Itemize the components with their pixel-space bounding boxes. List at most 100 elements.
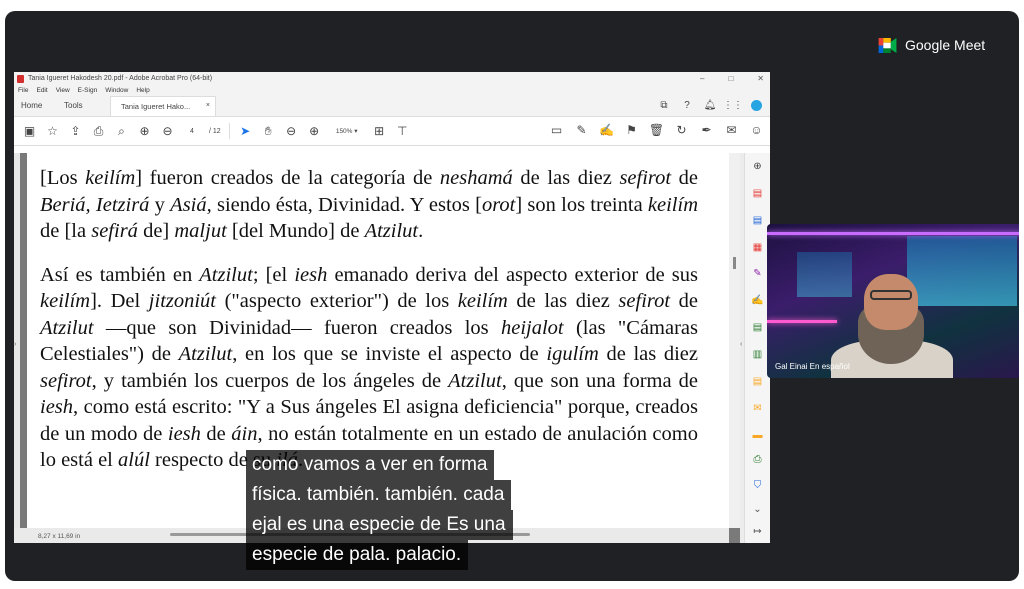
create-pdf-icon[interactable]: ▤	[751, 214, 764, 227]
edit-pdf-icon[interactable]: ✎	[751, 267, 764, 280]
print-icon[interactable]: ⎙	[91, 124, 106, 138]
scroll-mode-icon[interactable]: ⊤	[395, 124, 410, 138]
menu-file[interactable]: File	[18, 87, 28, 94]
menu-bar: File Edit View E-Sign Window Help	[14, 85, 770, 96]
expand-left-pane-icon[interactable]: ›	[14, 341, 16, 348]
scrollbar-thumb[interactable]	[733, 257, 736, 269]
italic-term: sefirot	[619, 167, 672, 189]
organize-pages-icon[interactable]: ▦	[751, 241, 764, 254]
select-cursor-icon[interactable]: ➤	[238, 124, 253, 138]
comment-icon[interactable]: ▭	[549, 123, 564, 137]
text-run: siendo ésta, Divinidad. Y estos [	[211, 193, 482, 216]
separator	[228, 123, 230, 139]
protect-icon[interactable]: ⛉	[751, 479, 764, 492]
zoom-select[interactable]: 150% ▾	[330, 127, 364, 135]
zoom-in-icon[interactable]: ⊕	[307, 124, 322, 138]
neon-light	[767, 232, 1019, 235]
expand-icon[interactable]: ⌄	[751, 503, 764, 516]
help-icon[interactable]: ?	[681, 99, 693, 111]
search-icon[interactable]: ⌕	[114, 124, 129, 138]
export-icon[interactable]: ▤	[751, 321, 764, 334]
request-signature-icon[interactable]: ✉	[751, 402, 764, 415]
menu-view[interactable]: View	[56, 87, 70, 94]
background-window	[907, 236, 1017, 306]
apps-grid-icon[interactable]: ⋮⋮	[723, 99, 743, 111]
minimize-button[interactable]: –	[700, 74, 704, 83]
menu-edit[interactable]: Edit	[36, 87, 47, 94]
comment-icon-side[interactable]: ▬	[751, 429, 764, 442]
italic-term: neshamá	[439, 167, 513, 189]
left-pane-toggle[interactable]: ›	[14, 153, 20, 543]
menu-window[interactable]: Window	[105, 87, 128, 94]
text-run: —que son Divinidad— fueron creados los	[93, 316, 501, 339]
zoom-value: 150%	[335, 128, 353, 135]
italic-term: áin	[231, 422, 258, 445]
italic-term: iesh	[40, 396, 74, 418]
participant-glasses	[870, 290, 912, 300]
save-icon[interactable]: ▣	[22, 124, 37, 138]
caption-line: como vamos a ver en forma	[246, 450, 495, 480]
page-fit-icon[interactable]: ⊞	[372, 124, 387, 138]
stamp-icon[interactable]: ⚑	[624, 123, 639, 137]
highlight-pen-icon[interactable]: ✎	[574, 123, 589, 137]
close-window-button[interactable]: ✕	[757, 74, 764, 83]
italic-term: iesh	[294, 263, 328, 286]
notifications-icon[interactable]: 🔔︎	[704, 99, 717, 111]
hand-tool-icon[interactable]: ✋︎	[261, 124, 276, 138]
meet-logo-text: Google Meet	[905, 37, 986, 53]
italic-term: iesh	[167, 422, 201, 445]
tab-tools[interactable]: Tools	[64, 101, 83, 110]
zoom-icon[interactable]: ⊕	[751, 160, 764, 173]
account-avatar[interactable]	[750, 99, 762, 111]
organize-icon[interactable]: ▥	[751, 348, 764, 361]
bookmark-star-icon[interactable]: ☆	[45, 124, 60, 138]
share-screen-icon[interactable]: ⧉	[658, 99, 670, 111]
maximize-button[interactable]: □	[728, 74, 733, 83]
italic-term: sefirá	[91, 220, 138, 242]
zoom-out-icon[interactable]: ⊖	[284, 124, 299, 138]
text-run: de	[200, 422, 232, 445]
text-run: de]	[137, 220, 175, 242]
collapse-panel-icon[interactable]: ↦	[751, 525, 764, 538]
menu-help[interactable]: Help	[136, 87, 149, 94]
page-text: [Los keilím] fueron creados de la catego…	[40, 165, 698, 491]
caption-line: ejal es una especie de Es una	[246, 510, 513, 540]
tab-home[interactable]: Home	[21, 101, 42, 110]
text-run: y	[149, 193, 171, 216]
share-user-icon[interactable]: ☺	[749, 123, 764, 137]
previous-page-icon[interactable]: ⊕	[137, 124, 152, 138]
upload-cloud-icon[interactable]: ⇪	[68, 124, 83, 138]
participant-tile[interactable]: Gal Einai En español	[767, 224, 1019, 378]
text-run: de	[670, 290, 698, 312]
paragraph-2: Así es también en Atzilut; [el iesh eman…	[40, 262, 698, 474]
comment-sticker-icon[interactable]: ▤	[751, 375, 764, 388]
email-icon[interactable]: ✉	[724, 123, 739, 137]
italic-term: Atzilut	[178, 343, 233, 365]
rotate-icon[interactable]: ↻	[674, 123, 689, 137]
text-run: ; [el	[252, 263, 295, 286]
tab-document[interactable]: Tania Igueret Hako... ×	[110, 96, 216, 116]
participant-name: Gal Einai En español	[775, 362, 850, 371]
vertical-scrollbar[interactable]	[729, 153, 740, 528]
export-pdf-icon[interactable]: ▤	[751, 187, 764, 200]
fill-sign-icon[interactable]: ✍	[751, 294, 764, 307]
menu-esign[interactable]: E-Sign	[78, 87, 98, 94]
collapse-right-icon[interactable]: ‹	[740, 341, 742, 348]
page-number-input[interactable]: 4	[183, 128, 201, 135]
delete-icon[interactable]: 🗑︎	[649, 123, 664, 137]
next-page-icon[interactable]: ⊖	[160, 124, 175, 138]
page-total: / 12	[209, 127, 221, 135]
text-run: ("aspecto exterior") de los	[216, 290, 458, 312]
tab-close-button[interactable]: ×	[206, 102, 210, 109]
italic-term: sefirot	[618, 290, 671, 312]
print-production-icon[interactable]: ⎙	[751, 453, 764, 466]
participant-face	[864, 274, 918, 330]
italic-term: Atzilut	[199, 263, 253, 286]
text-run: , y también los cuerpos de los ángeles d…	[91, 369, 449, 392]
window-title: Tania Igueret Hakodesh 20.pdf - Adobe Ac…	[28, 75, 213, 82]
italic-term: igulím	[546, 343, 599, 365]
sign-icon[interactable]: ✒	[699, 123, 714, 137]
text-run: ] son los treinta	[515, 193, 648, 216]
draw-icon[interactable]: ✍	[599, 123, 614, 137]
italic-term: Beriá, Ietzirá	[40, 193, 150, 216]
